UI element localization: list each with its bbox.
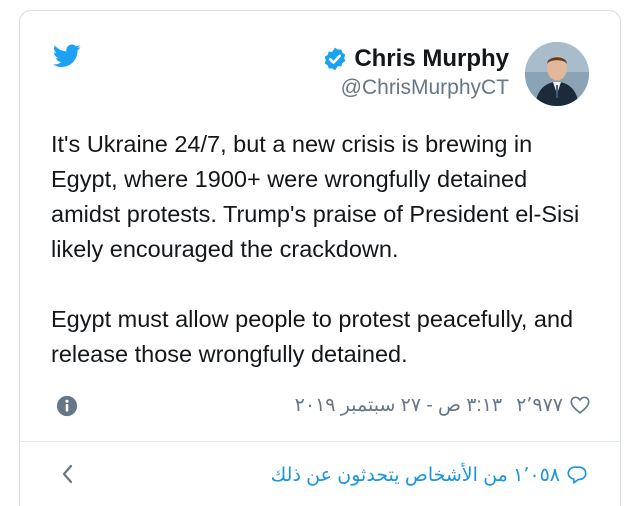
likes[interactable]: ٢٬٩٧٧	[516, 394, 591, 417]
author-name-row[interactable]: Chris Murphy	[322, 44, 509, 74]
chevron-left-icon[interactable]	[60, 463, 76, 485]
avatar[interactable]	[525, 42, 589, 106]
timestamp[interactable]: ٣:١٣ ص - ٢٧ سبتمبر ٢٠١٩	[295, 394, 502, 417]
author-name[interactable]: Chris Murphy	[354, 45, 509, 73]
author-handle[interactable]: @ChrisMurphyCT	[341, 76, 509, 100]
twitter-bird-icon[interactable]	[53, 44, 81, 68]
tweet-meta: ٢٬٩٧٧ ٣:١٣ ص - ٢٧ سبتمبر ٢٠١٩	[295, 392, 591, 418]
people-talking-text[interactable]: ١٬٠٥٨ من الأشخاص يتحدثون عن ذلك	[271, 464, 560, 487]
tweet-text: It's Ukraine 24/7, but a new crisis is b…	[51, 131, 580, 367]
heart-icon[interactable]	[569, 394, 591, 416]
verified-badge-icon	[325, 47, 346, 71]
likes-count: ٢٬٩٧٧	[516, 394, 563, 416]
avatar-photo	[525, 42, 589, 106]
reply-bubble-icon	[567, 466, 587, 484]
people-talking-link[interactable]: ١٬٠٥٨ من الأشخاص يتحدثون عن ذلك	[271, 461, 588, 489]
info-icon[interactable]	[56, 395, 78, 417]
divider	[19, 441, 621, 442]
